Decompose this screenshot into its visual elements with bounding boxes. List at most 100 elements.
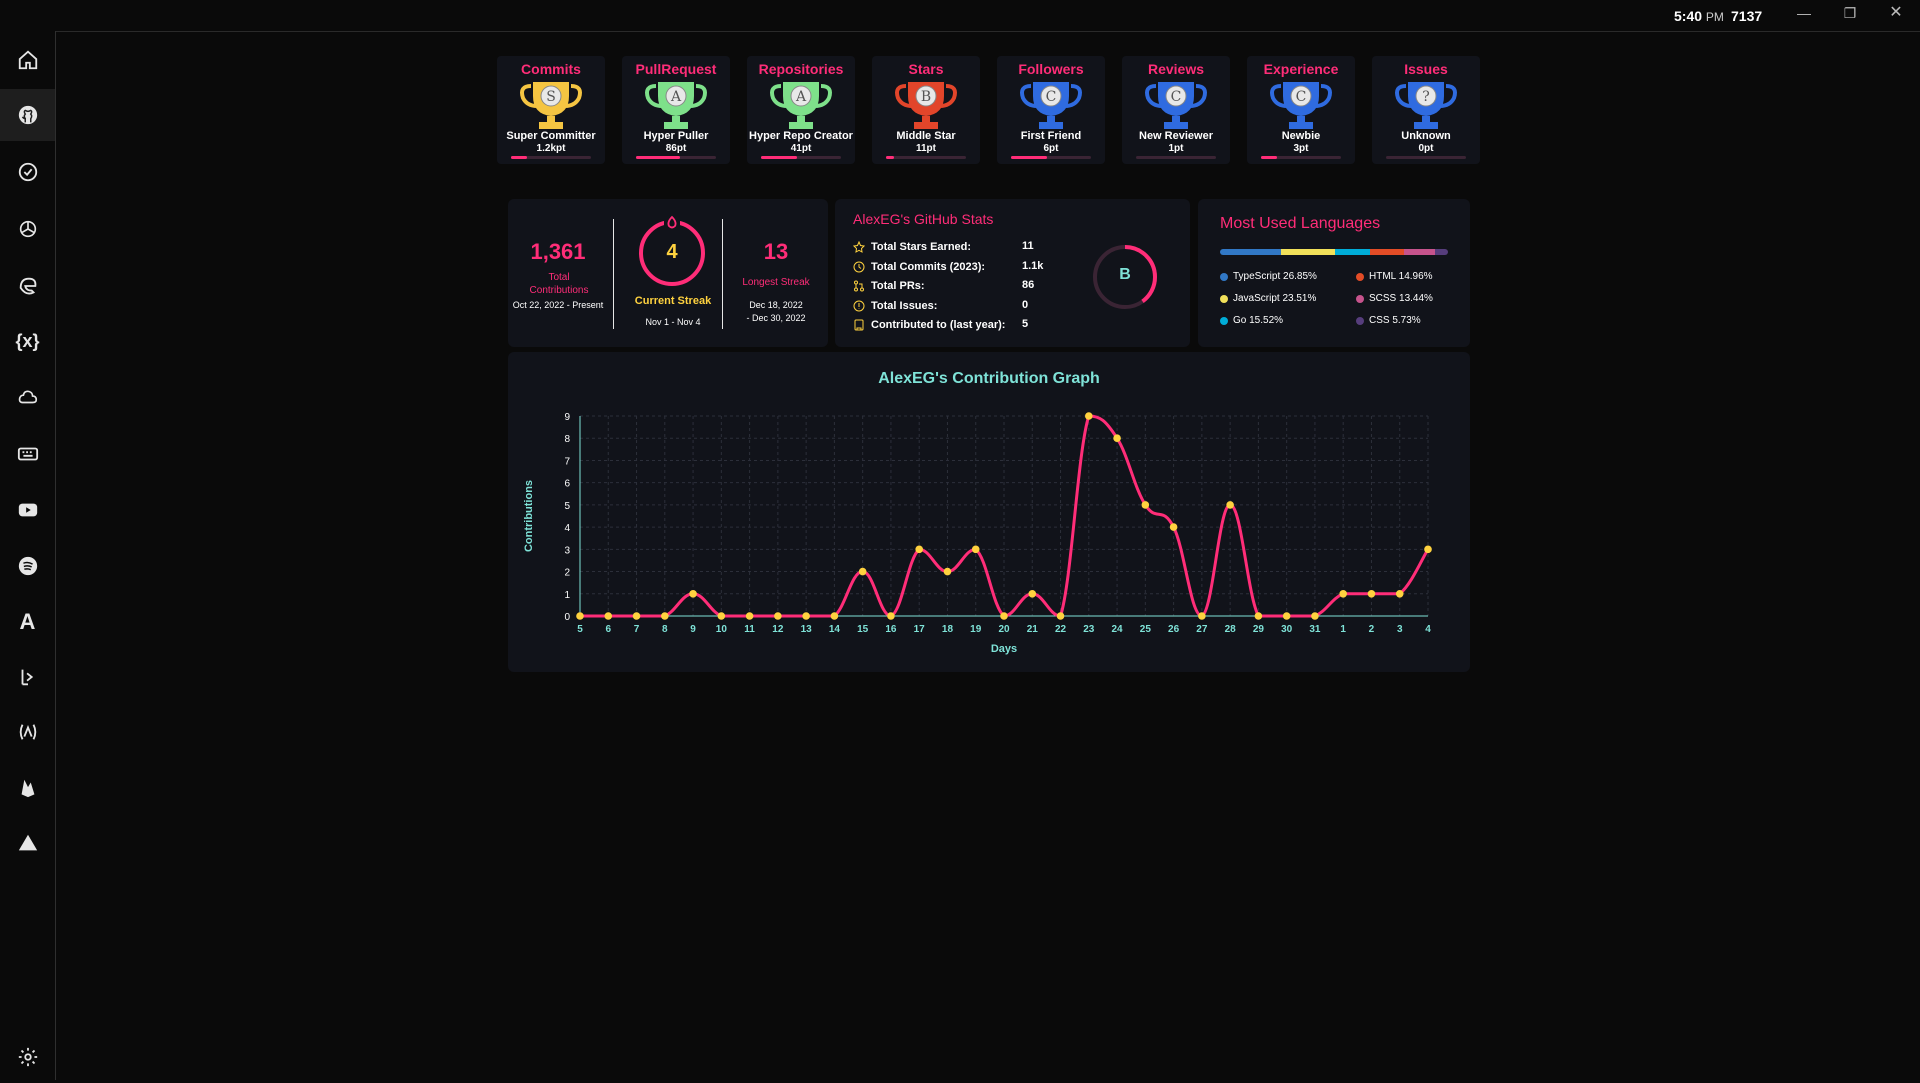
trophy-icon [1395, 82, 1457, 129]
data-point [1395, 589, 1404, 598]
trophy-points: 0pt [1418, 143, 1434, 154]
data-point [1254, 612, 1263, 620]
trophy-icon [895, 82, 957, 129]
y-tick-label: 2 [564, 568, 570, 579]
cloud-icon [18, 390, 37, 404]
language-item: JavaScript 23.51% [1220, 293, 1316, 304]
sidebar-item-variables[interactable]: {x} [0, 315, 55, 367]
sidebar-item-keyboard[interactable] [0, 428, 55, 480]
stat-row: Total Stars Earned: [853, 238, 971, 256]
x-tick-label: 7 [634, 624, 640, 635]
longest-streak-value: 13 [763, 239, 789, 264]
trophy-category: Reviews [1147, 61, 1205, 77]
sidebar-item-functions[interactable] [0, 706, 55, 758]
x-tick-label: 20 [998, 624, 1010, 635]
sidebar-item-firebase[interactable] [0, 762, 55, 814]
total-contributions-label: Total Contributions [529, 272, 589, 296]
openai-icon [19, 220, 36, 238]
x-tick-label: 26 [1168, 624, 1180, 635]
language-item: TypeScript 26.85% [1220, 271, 1317, 282]
trophy-title: Hyper Repo Creator [749, 130, 853, 142]
sidebar-item-settings[interactable] [0, 1031, 55, 1083]
sidebar-item-tasks[interactable] [0, 146, 55, 198]
sidebar-item-vercel[interactable] [0, 817, 55, 869]
x-tick-label: 9 [690, 624, 696, 635]
sidebar-item-github[interactable] [0, 89, 55, 141]
languages-card: Most Used Languages TypeScript 26.85% Jav… [1198, 199, 1470, 347]
minimize-button[interactable]: — [1784, 2, 1824, 24]
y-tick-label: 5 [564, 501, 570, 512]
language-bar-segment [1334, 249, 1371, 255]
trophy-title: First Friend [1020, 130, 1082, 142]
language-label: CSS 5.73% [1369, 315, 1421, 326]
language-bar-segment [1220, 249, 1282, 255]
trophy-title: New Reviewer [1139, 130, 1213, 142]
data-point [745, 612, 754, 620]
stat-label: Total Commits (2023): [871, 260, 986, 273]
x-tick-label: 28 [1225, 624, 1237, 635]
y-tick-label: 9 [564, 412, 570, 423]
clock-icon [853, 261, 865, 272]
stat-label: Total Issues: [871, 299, 938, 312]
total-contributions-range: Oct 22, 2022 - Present [512, 300, 604, 310]
issue-icon [853, 300, 865, 311]
trophy-progress [886, 156, 966, 159]
language-dot [1220, 272, 1228, 281]
trophy-icon [520, 82, 582, 129]
stat-value: 86 [1022, 279, 1035, 291]
trophy-icon [645, 82, 707, 129]
sidebar-item-openai[interactable] [0, 203, 55, 255]
language-bar-segment [1404, 249, 1435, 255]
x-tick-label: 3 [1397, 624, 1403, 635]
streak-card: 1,361 Total Contributions Oct 22, 2022 -… [508, 199, 828, 347]
x-tick-label: 14 [829, 624, 841, 635]
x-tick-label: 12 [772, 624, 784, 635]
y-axis-label: Contributions [523, 480, 535, 552]
trophy-rank: ? [1422, 89, 1430, 105]
language-dot [1356, 272, 1364, 281]
stats-title: AlexEG's GitHub Stats [853, 211, 994, 227]
star-icon [853, 241, 865, 253]
trophy-stars: Stars B Middle Star 11pt [872, 56, 980, 164]
trophy-progress [511, 156, 591, 159]
x-tick-label: 30 [1281, 624, 1293, 635]
trophy-category: Experience [1263, 61, 1339, 77]
y-tick-label: 6 [564, 479, 570, 490]
x-tick-label: 16 [885, 624, 897, 635]
sidebar-item-anilist[interactable]: A [0, 596, 55, 648]
sidebar-item-home[interactable] [0, 34, 55, 86]
divider [722, 219, 723, 329]
stat-value: 0 [1022, 298, 1029, 311]
trophy-category: Commits [521, 61, 581, 77]
pull-request-icon [854, 280, 864, 292]
x-tick-label: 24 [1112, 624, 1124, 635]
data-point [576, 612, 584, 620]
x-tick-label: 4 [1425, 624, 1431, 635]
language-label: HTML 14.96% [1369, 271, 1433, 282]
restore-button[interactable]: ❐ [1830, 2, 1870, 24]
repo-icon [854, 319, 864, 331]
x-tick-label: 17 [914, 624, 926, 635]
sidebar-item-spotify[interactable] [0, 540, 55, 592]
sidebar-item-youtube[interactable] [0, 484, 55, 536]
sidebar-item-cloud[interactable] [0, 371, 55, 423]
stat-row: Total Issues: [853, 297, 937, 315]
language-item: SCSS 13.44% [1356, 293, 1433, 304]
y-tick-label: 0 [564, 612, 570, 623]
trophy-points: 86pt [665, 143, 687, 154]
stat-label: Total PRs: [871, 280, 925, 292]
spotify-icon [18, 556, 37, 576]
trophy-category: Followers [1018, 61, 1084, 77]
browser-icon [19, 277, 36, 295]
x-tick-label: 15 [857, 624, 869, 635]
data-point [1113, 434, 1121, 443]
home-icon [18, 50, 37, 70]
sidebar-item-kick[interactable] [0, 651, 55, 703]
data-point [1367, 589, 1376, 598]
trophy-icon [1145, 82, 1207, 129]
sidebar-item-edge[interactable] [0, 260, 55, 312]
vercel-icon [18, 834, 37, 851]
trophy-issues: Issues? Unknown 0pt [1372, 56, 1480, 164]
data-point [717, 612, 726, 620]
close-button[interactable]: ✕ [1876, 2, 1916, 24]
